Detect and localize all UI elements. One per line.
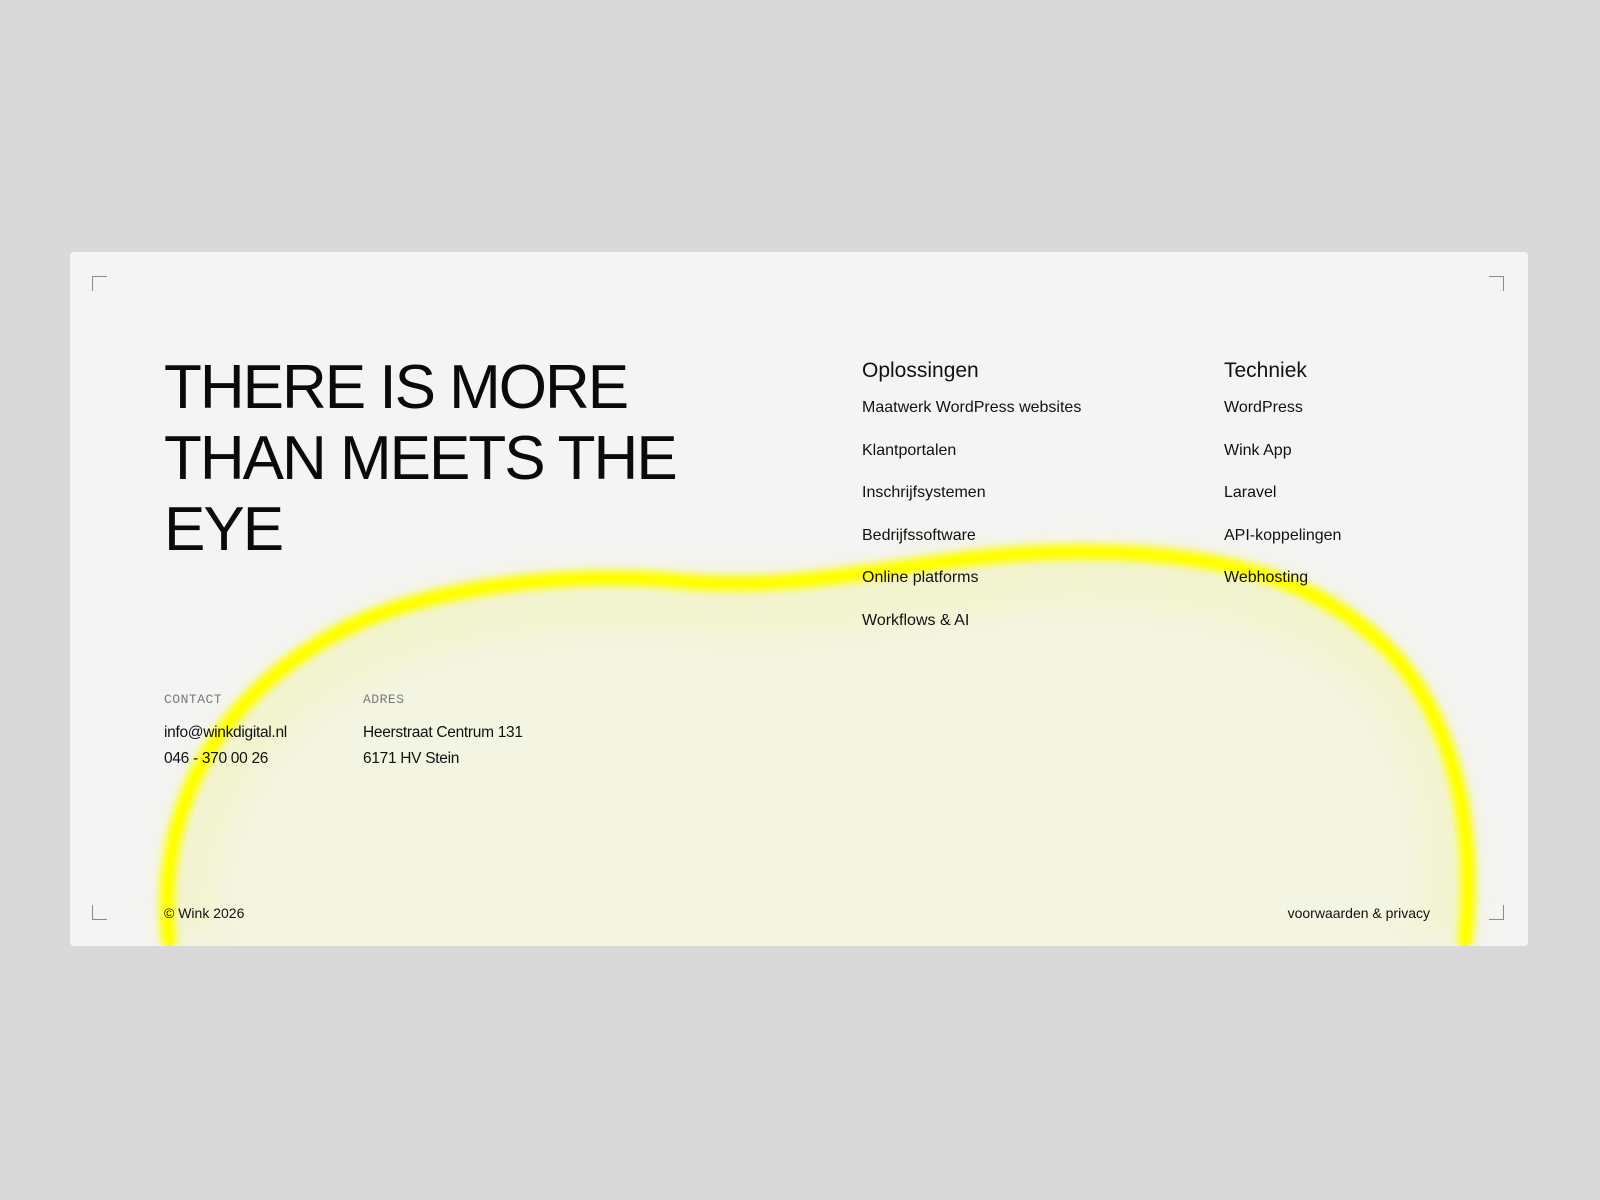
nav-list-tech: WordPress Wink App Laravel API-koppeling… (1224, 398, 1341, 588)
nav-link[interactable]: Maatwerk WordPress websites (862, 398, 1081, 418)
contact-phone-link[interactable]: 046 - 370 00 26 (164, 746, 287, 772)
corner-mark-top-left (92, 276, 107, 291)
copyright-text: © Wink 2026 (164, 905, 245, 921)
nav-link[interactable]: WordPress (1224, 398, 1341, 418)
address-label: ADRES (363, 692, 405, 707)
nav-column-tech: Techniek WordPress Wink App Laravel API-… (1224, 358, 1341, 611)
nav-link[interactable]: Online platforms (862, 568, 1081, 588)
nav-heading-tech: Techniek (1224, 359, 1307, 382)
nav-heading-solutions: Oplossingen (862, 359, 979, 382)
nav-link[interactable]: API-koppelingen (1224, 526, 1341, 546)
nav-list-solutions: Maatwerk WordPress websites Klantportale… (862, 398, 1081, 631)
corner-mark-bottom-left (92, 905, 107, 920)
contact-email-link[interactable]: info@winkdigital.nl (164, 720, 287, 746)
nav-column-solutions: Oplossingen Maatwerk WordPress websites … (862, 358, 1081, 654)
nav-link[interactable]: Klantportalen (862, 441, 1081, 461)
corner-mark-top-right (1489, 276, 1504, 291)
terms-privacy-link[interactable]: voorwaarden & privacy (1288, 904, 1430, 922)
nav-link[interactable]: Wink App (1224, 441, 1341, 461)
headline: THERE IS MORE THAN MEETS THE EYE (164, 353, 678, 564)
address-city: 6171 HV Stein (363, 750, 460, 767)
footer-card: THERE IS MORE THAN MEETS THE EYE Oplossi… (70, 252, 1528, 946)
address-block: ADRES Heerstraat Centrum 131 6171 HV Ste… (363, 692, 523, 772)
corner-mark-bottom-right (1489, 905, 1504, 920)
nav-link[interactable]: Bedrijfssoftware (862, 526, 1081, 546)
nav-link[interactable]: Inschrijfsystemen (862, 483, 1081, 503)
nav-link[interactable]: Webhosting (1224, 568, 1341, 588)
contact-label: CONTACT (164, 692, 223, 707)
nav-link[interactable]: Workflows & AI (862, 611, 1081, 631)
nav-link[interactable]: Laravel (1224, 483, 1341, 503)
contact-block: CONTACT info@winkdigital.nl 046 - 370 00… (164, 692, 287, 772)
address-street: Heerstraat Centrum 131 (363, 724, 523, 741)
